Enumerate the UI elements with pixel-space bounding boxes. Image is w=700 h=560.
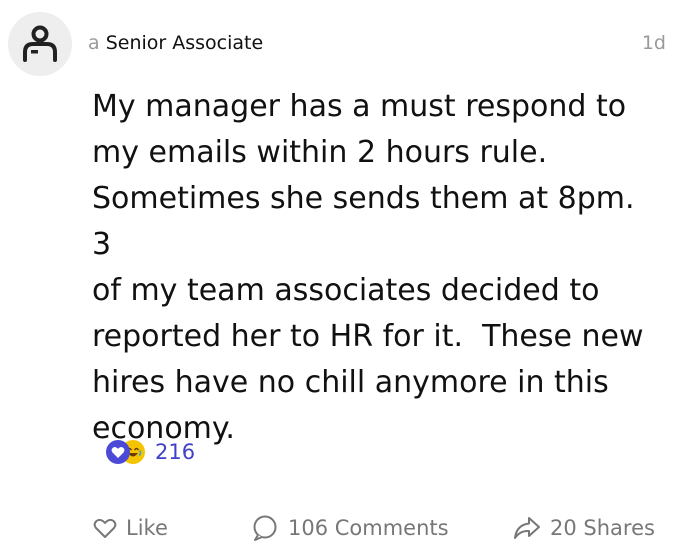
shares-label: 20 Shares [550,516,655,540]
user-icon [23,25,57,62]
post-card: a Senior Associate 1d My manager has a m… [0,0,700,560]
author-prefix: a [88,32,100,54]
author-name[interactable]: Senior Associate [106,32,263,54]
reaction-count: 216 [155,440,196,464]
comments-label: 106 Comments [288,516,449,540]
post-header: a Senior Associate 1d [0,0,700,90]
reactions-summary[interactable]: 216 [106,438,195,466]
avatar[interactable] [8,12,72,76]
comments-button[interactable]: 106 Comments [250,508,449,548]
author-line: a Senior Associate [88,31,263,55]
heart-reaction-icon [106,440,130,464]
share-arrow-icon [512,515,542,541]
post-timestamp: 1d [641,32,666,54]
share-button[interactable]: 20 Shares [512,508,655,548]
post-actions: Like 106 Comments 20 Shares [0,508,700,548]
like-button[interactable]: Like [92,508,168,548]
like-label: Like [126,516,168,540]
comment-bubble-icon [250,514,280,542]
post-body: My manager has a must respond to my emai… [92,89,644,446]
heart-outline-icon [92,516,118,540]
